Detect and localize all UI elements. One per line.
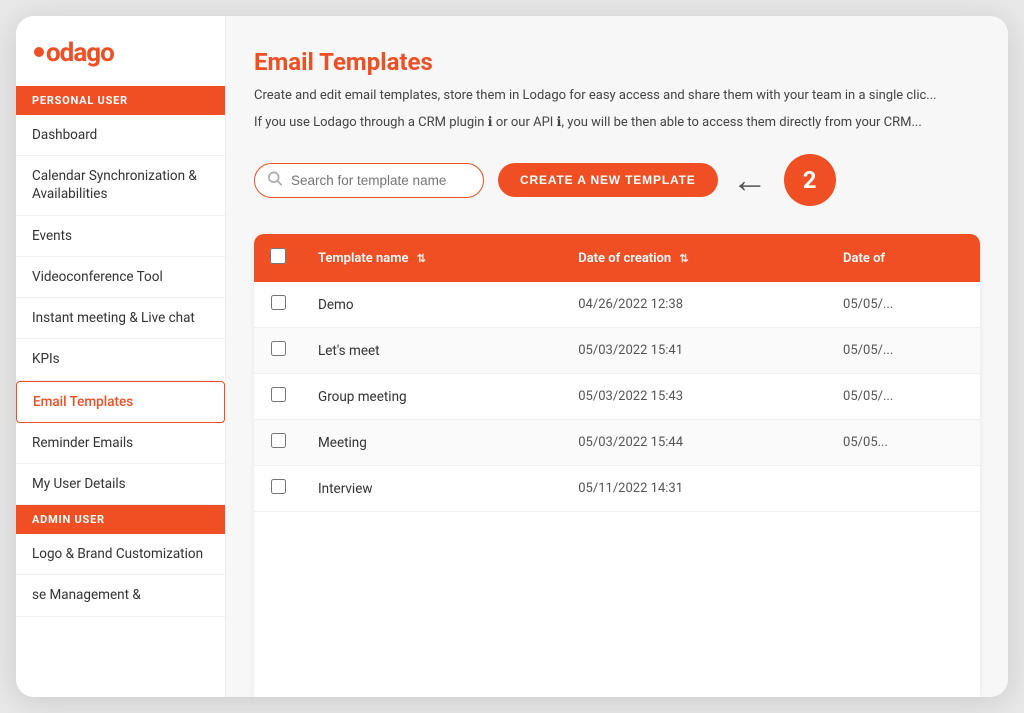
table-header-checkbox[interactable] xyxy=(254,234,302,282)
sidebar-item-videoconference[interactable]: Videoconference Tool xyxy=(16,257,225,298)
sort-icon-date: ⇅ xyxy=(679,252,688,265)
row-template-name: Meeting xyxy=(302,420,562,466)
page-description-2: If you use Lodago through a CRM plugin ℹ… xyxy=(254,113,980,133)
sidebar-item-reminder-emails[interactable]: Reminder Emails xyxy=(16,423,225,464)
app-frame: odago PERSONAL USER Dashboard Calendar S… xyxy=(16,16,1008,697)
table-header-date-other: Date of xyxy=(827,234,980,282)
select-all-checkbox[interactable] xyxy=(270,248,286,264)
row-checkbox[interactable] xyxy=(271,341,286,356)
email-templates-table: Template name ⇅ Date of creation ⇅ Date … xyxy=(254,234,980,512)
sidebar-item-email-templates[interactable]: Email Templates xyxy=(16,381,225,423)
row-checkbox-cell[interactable] xyxy=(254,374,302,420)
row-date-created: 05/03/2022 15:43 xyxy=(562,374,827,420)
row-template-name: Group meeting xyxy=(302,374,562,420)
sidebar-item-events[interactable]: Events xyxy=(16,216,225,257)
row-date-created: 04/26/2022 12:38 xyxy=(562,282,827,328)
row-date-other: 05/05/... xyxy=(827,374,980,420)
row-checkbox[interactable] xyxy=(271,433,286,448)
table-body: Demo 04/26/2022 12:38 05/05/... Let's me… xyxy=(254,282,980,512)
table-row: Demo 04/26/2022 12:38 05/05/... xyxy=(254,282,980,328)
row-date-created: 05/11/2022 14:31 xyxy=(562,466,827,512)
row-template-name: Interview xyxy=(302,466,562,512)
row-date-other xyxy=(827,466,980,512)
sidebar-item-instant-meeting[interactable]: Instant meeting & Live chat xyxy=(16,298,225,339)
row-checkbox-cell[interactable] xyxy=(254,420,302,466)
admin-user-section-header: ADMIN USER xyxy=(16,505,225,534)
row-date-other: 05/05/... xyxy=(827,282,980,328)
sidebar-item-logo-brand[interactable]: Logo & Brand Customization xyxy=(16,534,225,575)
sidebar-item-kpis[interactable]: KPIs xyxy=(16,339,225,380)
search-icon xyxy=(267,171,282,190)
table-header-template-name[interactable]: Template name ⇅ xyxy=(302,234,562,282)
toolbar: CREATE A NEW TEMPLATE ← 2 xyxy=(254,154,980,206)
step-badge: 2 xyxy=(784,154,836,206)
table-header-date-created[interactable]: Date of creation ⇅ xyxy=(562,234,827,282)
logo-dot xyxy=(34,47,44,57)
create-new-template-button[interactable]: CREATE A NEW TEMPLATE xyxy=(498,163,718,197)
logo-area: odago xyxy=(16,16,225,86)
sidebar-item-user-details[interactable]: My User Details xyxy=(16,464,225,505)
sidebar-item-calendar-sync[interactable]: Calendar Synchronization & Availabilitie… xyxy=(16,156,225,215)
sidebar-item-se-management[interactable]: se Management & xyxy=(16,575,225,616)
search-wrapper xyxy=(254,163,484,198)
main-content: Email Templates Create and edit email te… xyxy=(226,16,1008,697)
row-date-other: 05/05/... xyxy=(827,328,980,374)
row-checkbox[interactable] xyxy=(271,387,286,402)
sidebar-item-dashboard[interactable]: Dashboard xyxy=(16,115,225,156)
row-date-created: 05/03/2022 15:44 xyxy=(562,420,827,466)
sidebar: odago PERSONAL USER Dashboard Calendar S… xyxy=(16,16,226,697)
row-checkbox-cell[interactable] xyxy=(254,328,302,374)
logo-text: odago xyxy=(34,38,114,68)
table-row: Let's meet 05/03/2022 15:41 05/05/... xyxy=(254,328,980,374)
row-date-other: 05/05... xyxy=(827,420,980,466)
table-row: Meeting 05/03/2022 15:44 05/05... xyxy=(254,420,980,466)
arrow-indicator: ← 2 xyxy=(732,154,836,206)
row-checkbox-cell[interactable] xyxy=(254,282,302,328)
row-template-name: Let's meet xyxy=(302,328,562,374)
sort-icon-name: ⇅ xyxy=(417,252,426,265)
table-row: Group meeting 05/03/2022 15:43 05/05/... xyxy=(254,374,980,420)
search-input[interactable] xyxy=(254,163,484,198)
page-description: Create and edit email templates, store t… xyxy=(254,86,980,106)
email-templates-table-wrapper: Template name ⇅ Date of creation ⇅ Date … xyxy=(254,234,980,697)
row-template-name: Demo xyxy=(302,282,562,328)
row-date-created: 05/03/2022 15:41 xyxy=(562,328,827,374)
arrow-left-icon: ← xyxy=(732,159,768,201)
table-header-row: Template name ⇅ Date of creation ⇅ Date … xyxy=(254,234,980,282)
page-title: Email Templates xyxy=(254,48,980,76)
row-checkbox-cell[interactable] xyxy=(254,466,302,512)
row-checkbox[interactable] xyxy=(271,479,286,494)
row-checkbox[interactable] xyxy=(271,295,286,310)
personal-user-section-header: PERSONAL USER xyxy=(16,86,225,115)
table-row: Interview 05/11/2022 14:31 xyxy=(254,466,980,512)
